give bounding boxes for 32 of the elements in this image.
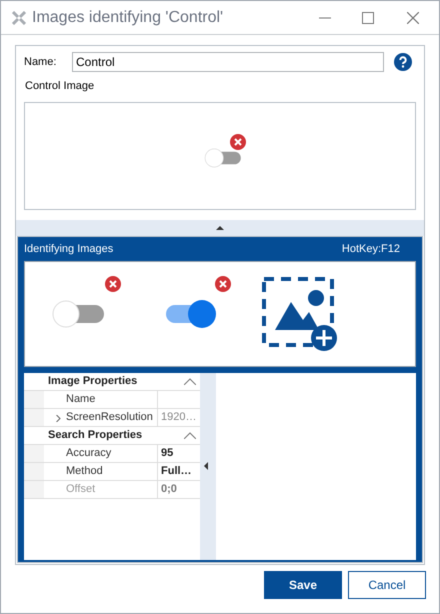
name-label: Name: (24, 54, 58, 70)
property-name: Offset (66, 482, 96, 497)
window-title: Images identifying 'Control' (32, 8, 224, 28)
panel-title: Identifying Images (24, 242, 114, 258)
property-value[interactable]: 0;0 (161, 480, 177, 498)
collapse-chevron-icon[interactable] (184, 432, 196, 438)
delete-icon[interactable] (105, 276, 121, 292)
property-name: ScreenResolution (66, 410, 153, 425)
save-button[interactable]: Save (264, 571, 342, 599)
property-name: Method (66, 464, 103, 479)
delete-icon[interactable] (230, 134, 246, 150)
expand-arrow-icon (204, 462, 208, 470)
delete-icon[interactable] (215, 276, 231, 292)
property-name: Name (66, 392, 96, 407)
name-field[interactable]: Control (72, 52, 384, 72)
property-name: Accuracy (66, 446, 112, 461)
hotkey-label: HotKey:F12 (342, 242, 400, 258)
category-title: Image Properties (48, 374, 138, 389)
collapse-chevron-icon[interactable] (184, 378, 196, 384)
close-icon[interactable] (407, 12, 419, 24)
maximize-icon[interactable] (362, 12, 374, 24)
property-value[interactable]: 1920… (161, 408, 196, 426)
control-image-label: Control Image (24, 79, 96, 94)
expand-chevron-icon[interactable] (56, 414, 61, 422)
help-icon[interactable] (394, 53, 412, 71)
property-value[interactable]: Full… (161, 462, 192, 480)
add-image-icon[interactable] (261, 276, 339, 352)
property-value[interactable]: 95 (161, 444, 174, 462)
cancel-button[interactable]: Cancel (348, 571, 426, 599)
app-icon (12, 10, 26, 24)
collapse-arrow-icon (216, 226, 224, 230)
category-title: Search Properties (48, 428, 142, 443)
